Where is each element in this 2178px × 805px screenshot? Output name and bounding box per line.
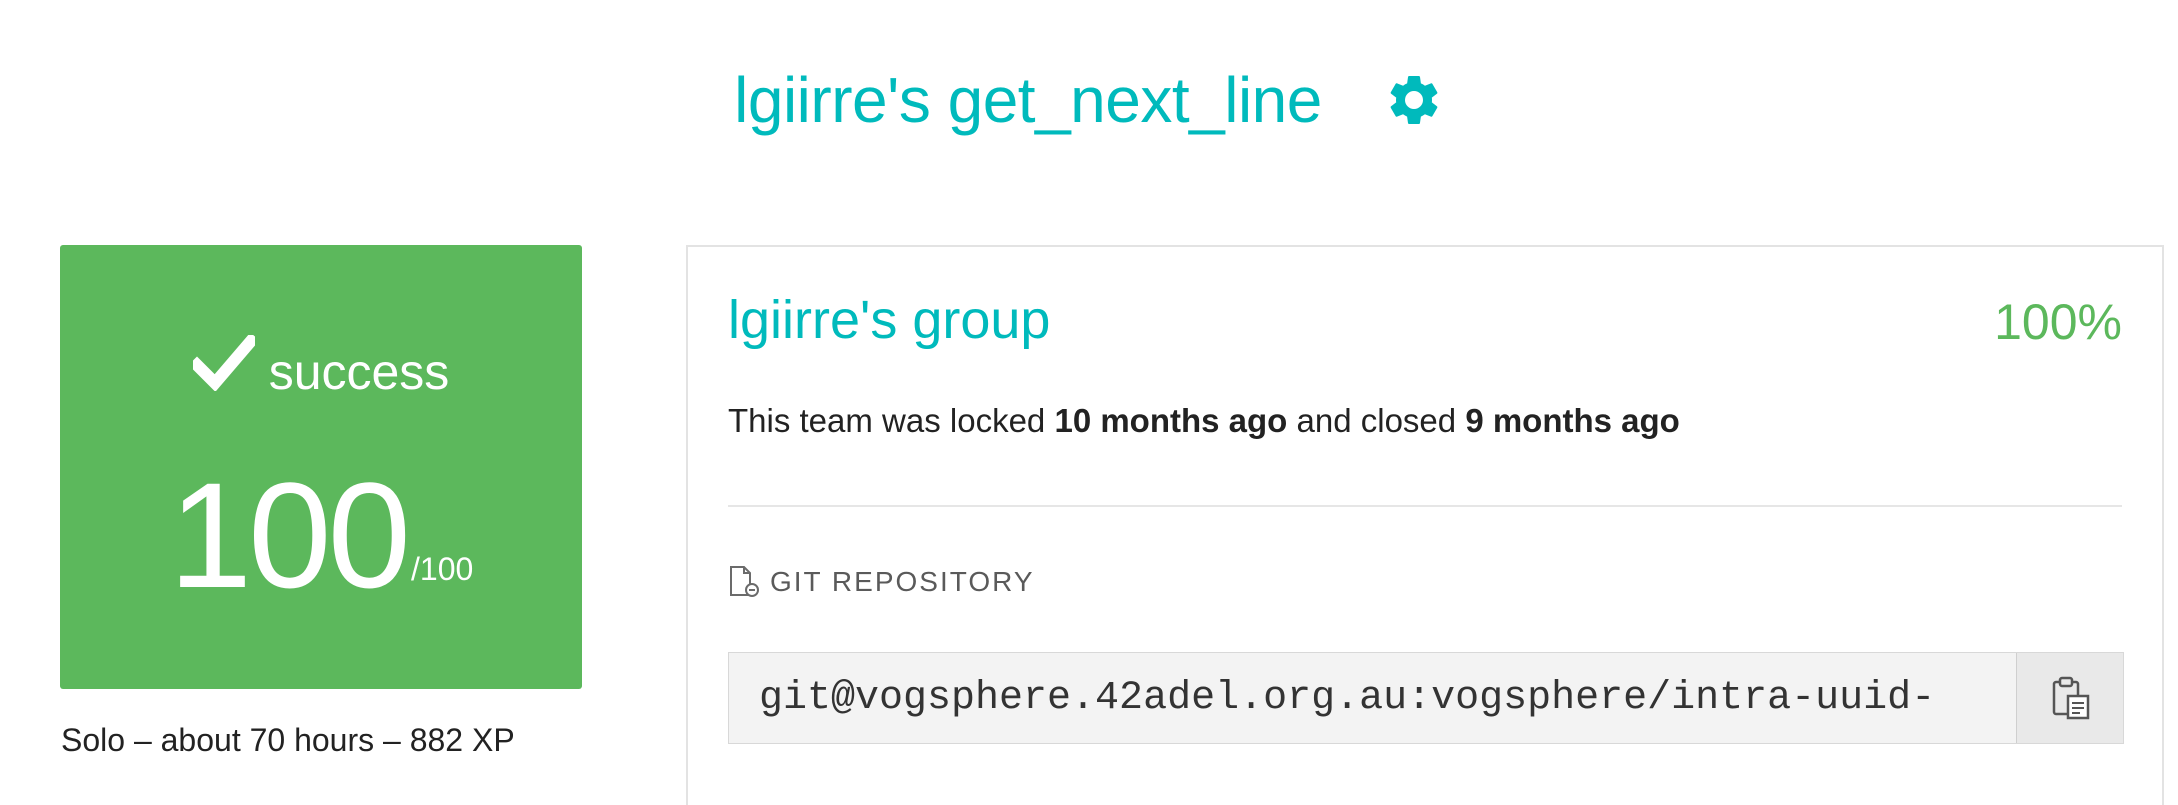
final-mark: 100	[168, 451, 411, 619]
closed-time: 9 months ago	[1465, 402, 1680, 439]
max-mark: /100	[411, 551, 474, 587]
gear-icon[interactable]	[1384, 70, 1444, 130]
locked-time: 10 months ago	[1054, 402, 1288, 439]
copy-button[interactable]	[2016, 653, 2123, 743]
page-header: lgiirre's get_next_line	[0, 68, 2178, 132]
team-lock-status: This team was locked 10 months ago and c…	[728, 402, 1680, 440]
team-percent: 100%	[1994, 294, 2122, 350]
repo-url-input[interactable]	[729, 653, 2016, 743]
divider	[728, 505, 2122, 507]
score-line: 100 /100	[60, 460, 582, 610]
status-line: success	[60, 335, 582, 397]
check-icon	[192, 335, 255, 391]
clipboard-icon	[2052, 676, 2090, 720]
team-panel: lgiirre's group 100% This team was locke…	[686, 245, 2164, 805]
project-meta: Solo – about 70 hours – 882 XP	[61, 722, 515, 758]
repo-heading: GIT REPOSITORY	[728, 565, 1035, 599]
lock-middle: and closed	[1287, 402, 1466, 439]
repo-label: GIT REPOSITORY	[770, 566, 1035, 597]
status-label: success	[268, 344, 450, 400]
lock-prefix: This team was locked	[728, 402, 1055, 439]
team-name[interactable]: lgiirre's group	[728, 290, 1050, 350]
page-title: lgiirre's get_next_line	[734, 64, 1322, 136]
repo-url-group	[728, 652, 2124, 744]
status-card: success 100 /100	[60, 245, 582, 689]
git-repo-icon	[730, 566, 759, 597]
